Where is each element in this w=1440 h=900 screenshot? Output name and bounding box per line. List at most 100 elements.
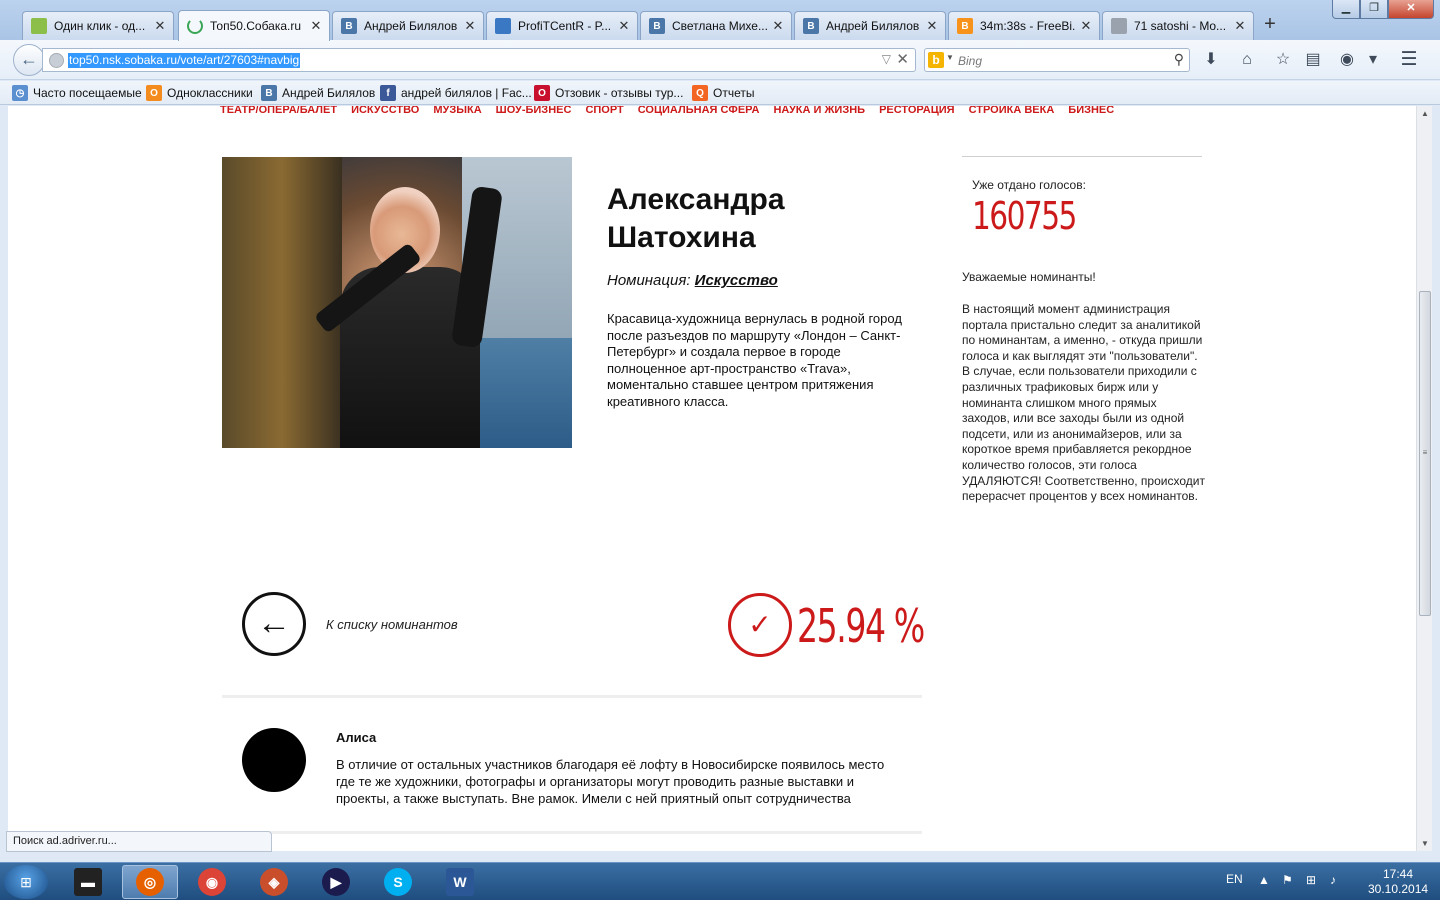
tab[interactable]: В Светлана Михе... ✕ <box>640 11 792 40</box>
tab[interactable]: Один клик - од... ✕ <box>22 11 174 40</box>
bookmark-item[interactable]: О Одноклассники <box>146 84 253 102</box>
category-link[interactable]: ИСКУССТВО <box>351 106 419 116</box>
tab[interactable]: 71 satoshi - Mo... ✕ <box>1102 11 1254 40</box>
taskbar-media-player[interactable]: ▶ <box>308 865 364 899</box>
browser-window: Один клик - од... ✕ Топ50.Собака.ru ✕ В Андре… <box>0 0 1440 862</box>
bookmark-label: андрей билялов | Fac... <box>401 86 532 100</box>
bookmark-item[interactable]: Q Отчеты <box>692 84 754 102</box>
new-tab-button[interactable]: + <box>1258 14 1282 36</box>
tray-volume-icon[interactable]: ♪ <box>1330 873 1336 887</box>
bookmark-label: Одноклассники <box>167 86 253 100</box>
url-bar[interactable]: top50.nsk.sobaka.ru/vote/art/27603#navbi… <box>42 48 916 72</box>
tab[interactable]: B 34m:38s - FreeBi... ✕ <box>948 11 1100 40</box>
taskbar-chrome-icon: ◉ <box>198 868 226 896</box>
nominee-description: Красавица-художница вернулась в родной г… <box>607 311 902 409</box>
taskbar: ⊞ ▬ ◎ ◉ ◈ ▶ S W EN ▲ ⚑ ⊞ ♪ 17:44 30.10.2014 <box>0 862 1440 900</box>
maximize-button[interactable]: ❐ <box>1360 0 1388 19</box>
tab-close-icon[interactable]: ✕ <box>617 18 631 34</box>
category-link[interactable]: СТРОЙКА ВЕКА <box>969 106 1055 116</box>
bookmark-item[interactable]: ◷ Часто посещаемые <box>12 84 142 102</box>
category-link[interactable]: СОЦИАЛЬНАЯ СФЕРА <box>638 106 760 116</box>
tab-close-icon[interactable]: ✕ <box>1233 18 1247 34</box>
bookmark-star-icon[interactable]: ☆ <box>1272 49 1294 71</box>
back-button[interactable]: ← <box>13 44 45 76</box>
tab-close-icon[interactable]: ✕ <box>309 18 323 34</box>
search-bar[interactable]: b ▼ Bing ⚲ <box>924 48 1190 72</box>
tab-close-icon[interactable]: ✕ <box>771 18 785 34</box>
category-link[interactable]: НАУКА И ЖИЗНЬ <box>773 106 865 116</box>
taskbar-word[interactable]: W <box>432 865 488 899</box>
tray-flag-icon[interactable]: ⚑ <box>1282 873 1293 887</box>
odnoklassniki-icon: О <box>146 85 162 101</box>
taskbar-chrome[interactable]: ◉ <box>184 865 240 899</box>
scroll-down-icon[interactable]: ▼ <box>1417 839 1433 848</box>
category-link[interactable]: РЕСТОРАЦИЯ <box>879 106 955 116</box>
bing-search-engine-icon[interactable]: b <box>928 52 944 68</box>
language-indicator[interactable]: EN <box>1226 872 1243 886</box>
category-link[interactable]: СПОРТ <box>585 106 623 116</box>
download-icon[interactable]: ⬇ <box>1200 49 1222 71</box>
tab[interactable]: Топ50.Собака.ru ✕ <box>178 10 330 41</box>
bookmark-item[interactable]: f андрей билялов | Fac... <box>380 84 532 102</box>
tab-close-icon[interactable]: ✕ <box>925 18 939 34</box>
tray-expand-icon[interactable]: ▲ <box>1258 873 1270 887</box>
vk-icon: В <box>649 18 665 34</box>
addon-icon[interactable]: ◉ <box>1336 49 1358 71</box>
reading-list-icon[interactable]: ▤ <box>1302 49 1324 71</box>
taskbar-skype-icon: S <box>384 868 412 896</box>
menu-icon[interactable]: ☰ <box>1398 49 1420 71</box>
bookmark-label: Часто посещаемые <box>33 86 142 100</box>
clock[interactable]: 17:44 30.10.2014 <box>1368 867 1428 897</box>
nominee-name: Александра Шатохина <box>607 183 785 254</box>
tab[interactable]: ProfiTCentR - P... ✕ <box>486 11 638 40</box>
url-text[interactable]: top50.nsk.sobaka.ru/vote/art/27603#navbi… <box>68 53 301 68</box>
reports-icon: Q <box>692 85 708 101</box>
scrollbar-grip-icon: ≡ <box>1422 448 1428 457</box>
taskbar-skype[interactable]: S <box>370 865 426 899</box>
taskbar-firefox-icon: ◎ <box>136 868 164 896</box>
taskbar-firefox[interactable]: ◎ <box>122 865 178 899</box>
clock-time: 17:44 <box>1382 867 1414 881</box>
tab-close-icon[interactable]: ✕ <box>153 18 167 34</box>
search-icon[interactable]: ⚲ <box>1174 51 1184 68</box>
bookmark-item[interactable]: В Андрей Билялов <box>261 84 375 102</box>
back-to-list-button[interactable]: ← <box>242 592 306 656</box>
vote-button[interactable]: ✓ <box>728 593 792 657</box>
category-link[interactable]: МУЗЫКА <box>433 106 481 116</box>
arrow-left-icon: ← <box>257 604 291 642</box>
tab-title: Топ50.Собака.ru <box>210 19 302 33</box>
category-link[interactable]: ШОУ-БИЗНЕС <box>496 106 572 116</box>
nomination-link[interactable]: Искусство <box>695 272 778 289</box>
home-icon[interactable]: ⌂ <box>1236 49 1258 71</box>
back-to-list-link[interactable]: К списку номинантов <box>326 617 458 632</box>
tab[interactable]: В Андрей Билялов ✕ <box>794 11 946 40</box>
tab-title: ProfiTCentR - P... <box>518 19 612 33</box>
page-scrollbar[interactable]: ▲ ≡ ▼ <box>1416 106 1432 851</box>
category-nav: ТЕАТР/ОПЕРА/БАЛЕТ ИСКУССТВО МУЗЫКА ШОУ-БИЗН… <box>220 106 1114 116</box>
start-button[interactable]: ⊞ <box>4 865 48 899</box>
window-controls: ▁ ❐ ✕ <box>1332 0 1434 19</box>
category-link[interactable]: ТЕАТР/ОПЕРА/БАЛЕТ <box>220 106 337 116</box>
bitcoin-icon: B <box>957 18 973 34</box>
addon-dropdown-icon[interactable]: ▾ <box>1362 49 1384 71</box>
comment-author: Алиса <box>336 730 377 745</box>
tab-close-icon[interactable]: ✕ <box>463 18 477 34</box>
otzovik-icon: O <box>534 85 550 101</box>
scroll-up-icon[interactable]: ▲ <box>1417 109 1433 118</box>
url-history-dropdown-icon[interactable]: ▽ <box>882 52 891 66</box>
tab[interactable]: В Андрей Билялов ✕ <box>332 11 484 40</box>
search-input[interactable]: Bing <box>958 54 982 68</box>
taskbar-unknown-app[interactable]: ▬ <box>60 865 116 899</box>
category-link[interactable]: БИЗНЕС <box>1068 106 1114 116</box>
taskbar-eye-app[interactable]: ◈ <box>246 865 302 899</box>
close-window-button[interactable]: ✕ <box>1388 0 1434 19</box>
stop-loading-icon[interactable]: ✕ <box>896 50 909 68</box>
sidebar-divider <box>962 156 1202 157</box>
bookmark-item[interactable]: O Отзовик - отзывы тур... <box>534 84 683 102</box>
tab-close-icon[interactable]: ✕ <box>1079 18 1093 34</box>
tray-network-icon[interactable]: ⊞ <box>1306 873 1316 887</box>
site-identity-icon[interactable] <box>49 53 64 68</box>
search-engine-dropdown-icon[interactable]: ▼ <box>946 53 954 62</box>
comment-text: В отличие от остальных участников благод… <box>336 757 885 806</box>
minimize-button[interactable]: ▁ <box>1332 0 1360 19</box>
